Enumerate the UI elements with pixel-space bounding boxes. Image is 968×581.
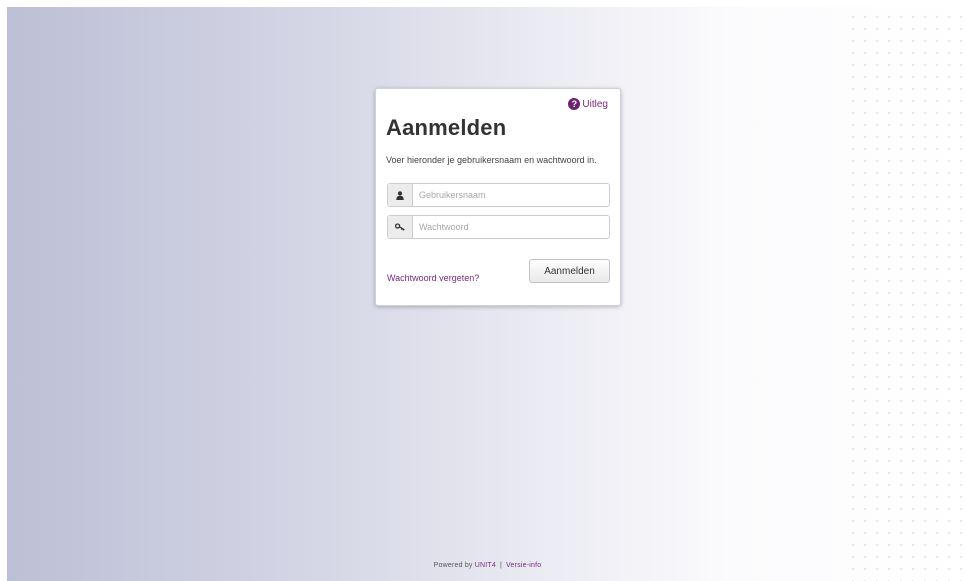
- unit4-link[interactable]: UNIT4: [475, 562, 496, 569]
- instruction-text: Voer hieronder je gebruikersnaam en wach…: [386, 155, 597, 165]
- password-field-group: [387, 215, 610, 239]
- help-link[interactable]: ? Uitleg: [568, 98, 608, 110]
- username-input[interactable]: [413, 184, 609, 206]
- dot-pattern: [845, 7, 968, 581]
- login-panel: ? Uitleg Aanmelden Voer hieronder je geb…: [375, 88, 621, 306]
- footer-separator: |: [500, 562, 503, 569]
- key-icon: [388, 216, 413, 238]
- username-field-group: [387, 183, 610, 207]
- help-label: Uitleg: [582, 98, 608, 110]
- forgot-password-link[interactable]: Wachtwoord vergeten?: [387, 273, 479, 283]
- version-info-link[interactable]: Versie-info: [506, 562, 541, 569]
- question-circle-icon: ?: [568, 98, 581, 110]
- password-input[interactable]: [413, 216, 609, 238]
- page-background: ? Uitleg Aanmelden Voer hieronder je geb…: [7, 7, 968, 581]
- footer: Powered by UNIT4 | Versie-info: [7, 562, 968, 569]
- powered-by-text: Powered by: [433, 562, 473, 569]
- user-icon: [388, 184, 413, 206]
- page-title: Aanmelden: [386, 115, 507, 140]
- login-button[interactable]: Aanmelden: [529, 259, 610, 283]
